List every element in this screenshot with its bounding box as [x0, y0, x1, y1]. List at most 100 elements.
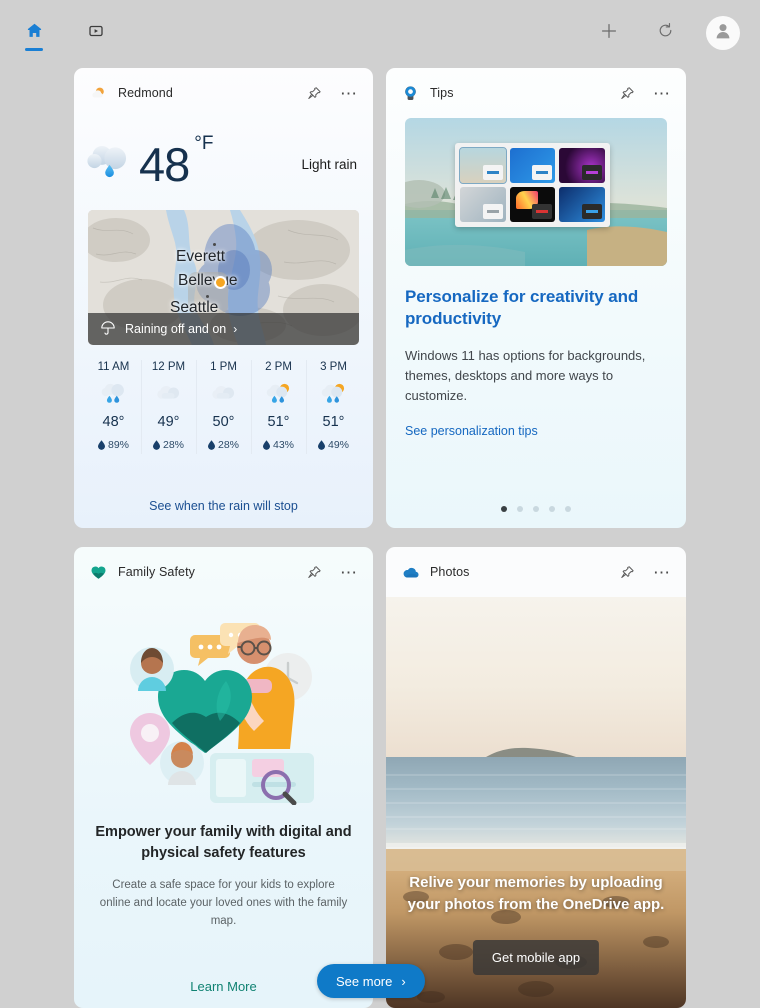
- plus-icon: [600, 22, 618, 45]
- droplet-icon: [152, 440, 160, 450]
- droplet-icon: [207, 440, 215, 450]
- more-options-icon[interactable]: ⋯: [652, 83, 672, 103]
- more-options-icon[interactable]: ⋯: [652, 562, 672, 582]
- chevron-right-icon: ›: [401, 973, 406, 989]
- pin-icon[interactable]: [617, 562, 637, 582]
- droplet-icon: [97, 440, 105, 450]
- see-more-label: See more: [336, 973, 393, 989]
- nav-active-indicator: [25, 48, 43, 51]
- hourly-item[interactable]: 11 AM 48° 89%: [86, 357, 141, 457]
- account-avatar-button[interactable]: [706, 16, 740, 50]
- weather-footer-link[interactable]: See when the rain will stop: [74, 484, 373, 528]
- map-current-location-dot: [214, 276, 227, 289]
- pagination-dot[interactable]: [533, 506, 539, 512]
- hour-temp: 48°: [102, 414, 125, 430]
- hour-precip: 89%: [97, 439, 129, 451]
- tips-link[interactable]: See personalization tips: [405, 424, 667, 438]
- see-more-button[interactable]: See more ›: [317, 964, 425, 998]
- hour-time: 1 PM: [210, 361, 237, 373]
- pagination-dot[interactable]: [549, 506, 555, 512]
- more-options-icon[interactable]: ⋯: [339, 562, 359, 582]
- refresh-button[interactable]: [650, 18, 680, 48]
- hourly-item[interactable]: 3 PM 51° 49%: [306, 357, 361, 457]
- pin-icon[interactable]: [617, 83, 637, 103]
- family-header-actions: ⋯: [304, 562, 359, 582]
- hour-temp: 51°: [267, 414, 290, 430]
- avatar-icon: [712, 20, 734, 47]
- weather-condition: Light rain: [301, 156, 357, 172]
- tips-settings-panel: [455, 143, 610, 227]
- video-icon: [88, 23, 104, 44]
- family-title: Family Safety: [118, 565, 196, 579]
- hour-temp: 50°: [212, 414, 235, 430]
- tips-body: Windows 11 has options for backgrounds, …: [405, 348, 646, 403]
- map-overlay-text: Raining off and on: [125, 322, 227, 336]
- map-label-bellevue: Bellevue: [178, 272, 238, 289]
- weather-current: 48 °F Light rain: [74, 118, 373, 202]
- weather-radar-map[interactable]: Everett Bellevue Seattle Raining off and…: [88, 210, 359, 345]
- nav-video-button[interactable]: [78, 13, 114, 53]
- tips-headline: Personalize for creativity and productiv…: [405, 287, 639, 328]
- tips-header-actions: ⋯: [617, 83, 672, 103]
- weather-title: Redmond: [118, 86, 173, 100]
- weather-hourly-forecast: 11 AM 48° 89% 12 PM 49° 28% 1 PM 50° 28%…: [74, 345, 373, 457]
- family-header: Family Safety ⋯: [74, 547, 373, 597]
- more-options-icon[interactable]: ⋯: [339, 83, 359, 103]
- tips-image[interactable]: [405, 118, 667, 266]
- map-label-everett: Everett: [176, 248, 226, 265]
- weather-temperature: 48: [139, 137, 190, 191]
- widgets-top-bar: [0, 0, 760, 66]
- cloud-icon: [156, 381, 182, 405]
- tips-lightbulb-icon: [402, 85, 419, 102]
- weather-header-actions: ⋯: [304, 83, 359, 103]
- partly-sunny-icon: [90, 85, 107, 102]
- pin-icon[interactable]: [304, 562, 324, 582]
- weather-widget[interactable]: Redmond ⋯ 48 °F Light rain Everett Belle…: [74, 68, 373, 528]
- family-body: Create a safe space for your kids to exp…: [99, 879, 348, 927]
- widgets-grid: Redmond ⋯ 48 °F Light rain Everett Belle…: [74, 68, 686, 1008]
- hour-precip: 28%: [152, 439, 184, 451]
- rain-icon: [101, 381, 127, 405]
- hourly-item[interactable]: 1 PM 50° 28%: [196, 357, 251, 457]
- hour-precip: 43%: [262, 439, 294, 451]
- sun-rain-icon: [321, 381, 347, 405]
- home-icon: [26, 22, 43, 44]
- hour-precip: 49%: [317, 439, 349, 451]
- hour-precip: 28%: [207, 439, 239, 451]
- photos-widget[interactable]: Photos ⋯ Relive your memories by uploadi…: [386, 547, 686, 1008]
- heart-icon: [90, 564, 107, 581]
- top-nav-group: [16, 13, 114, 53]
- tips-title: Tips: [430, 86, 454, 100]
- cloud-icon: [211, 381, 237, 405]
- hourly-item[interactable]: 2 PM 51° 43%: [251, 357, 306, 457]
- hourly-item[interactable]: 12 PM 49° 28%: [141, 357, 196, 457]
- rain-cloud-icon: [86, 140, 135, 189]
- tips-widget[interactable]: Tips ⋯ Personalize for creativity and pr…: [386, 68, 686, 528]
- pin-icon[interactable]: [304, 83, 324, 103]
- family-headline: Empower your family with digital and phy…: [95, 824, 352, 861]
- weather-header: Redmond ⋯: [74, 68, 373, 118]
- hour-time: 2 PM: [265, 361, 292, 373]
- map-overlay-banner[interactable]: Raining off and on ›: [88, 313, 359, 345]
- tips-header: Tips ⋯: [386, 68, 686, 118]
- get-mobile-app-button[interactable]: Get mobile app: [472, 940, 600, 975]
- family-safety-widget[interactable]: Family Safety ⋯ Empower your family with…: [74, 547, 373, 1008]
- refresh-icon: [657, 22, 674, 44]
- pagination-dot[interactable]: [565, 506, 571, 512]
- umbrella-icon: [100, 320, 116, 339]
- top-actions-group: [594, 16, 740, 50]
- hour-time: 11 AM: [97, 361, 130, 373]
- photos-header: Photos ⋯: [386, 547, 686, 597]
- hour-temp: 49°: [157, 414, 180, 430]
- pagination-dot[interactable]: [517, 506, 523, 512]
- onedrive-cloud-icon: [402, 564, 419, 581]
- add-widget-button[interactable]: [594, 18, 624, 48]
- hour-time: 3 PM: [320, 361, 347, 373]
- chevron-right-icon: ›: [233, 322, 238, 336]
- tips-pagination: [386, 506, 686, 512]
- photos-overlay-text: Relive your memories by uploading your p…: [407, 874, 665, 913]
- pagination-dot[interactable]: [501, 506, 507, 512]
- family-safety-illustration: [74, 597, 373, 812]
- nav-home-button[interactable]: [16, 13, 52, 53]
- droplet-icon: [317, 440, 325, 450]
